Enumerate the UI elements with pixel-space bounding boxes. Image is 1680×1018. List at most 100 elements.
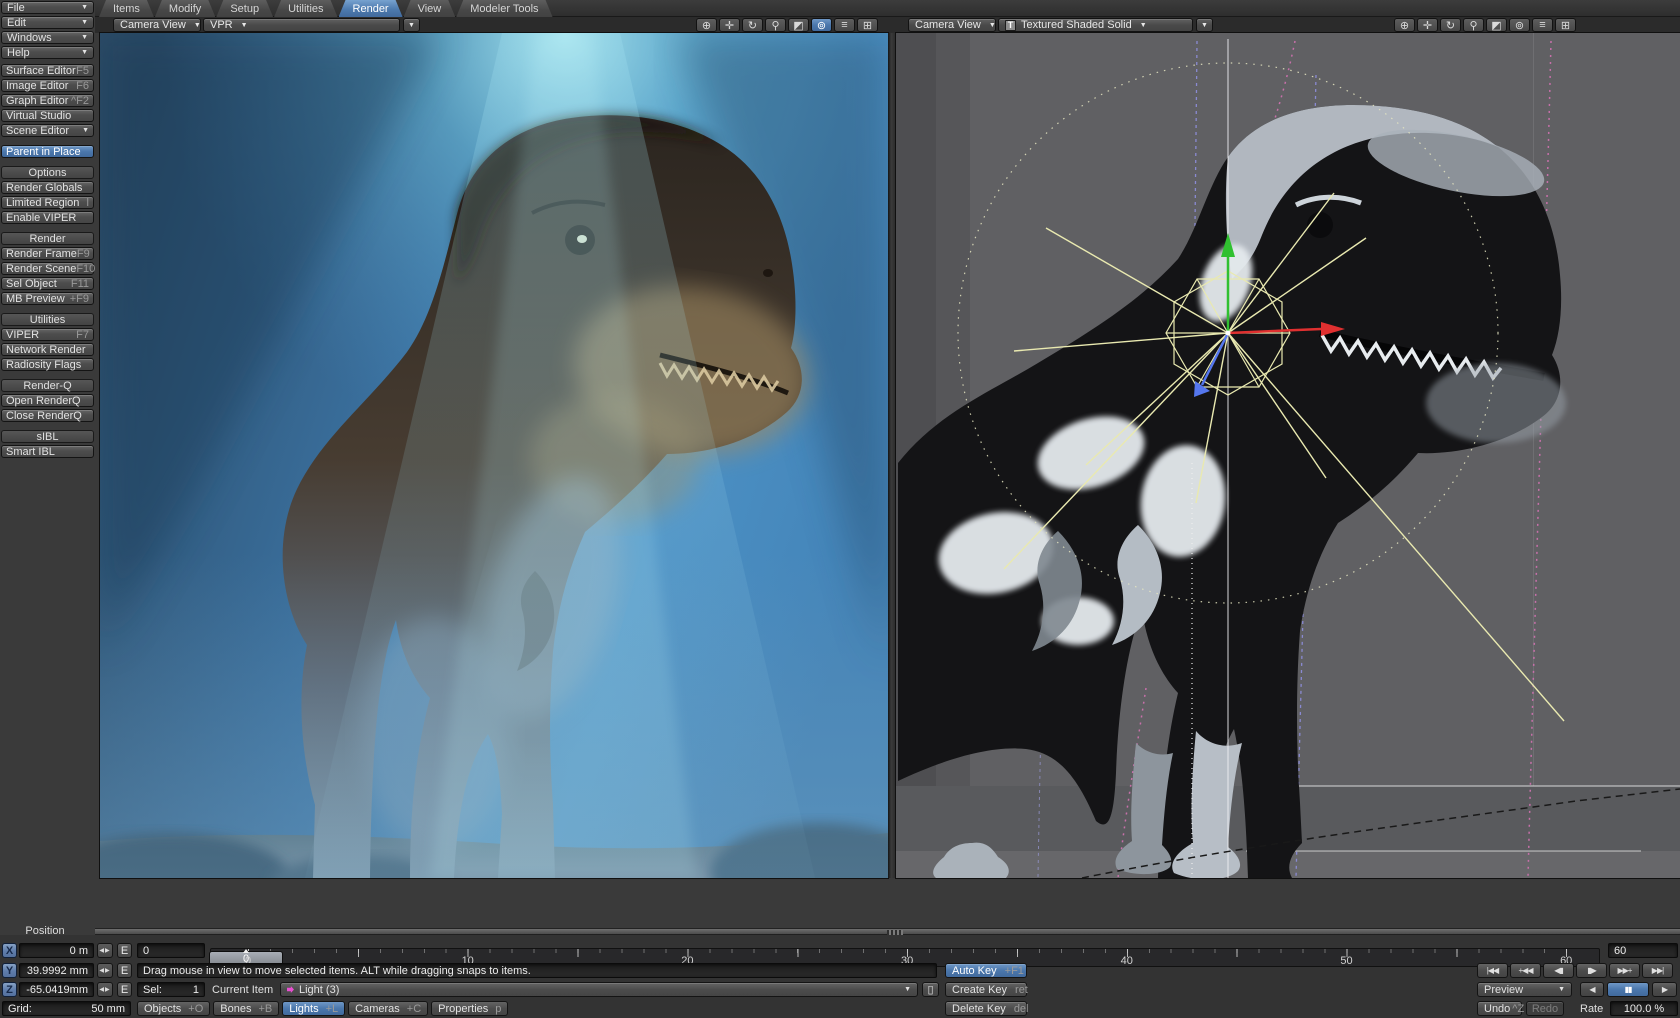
step-forward-button[interactable]: ▮▶ bbox=[1576, 963, 1607, 978]
camera-icon[interactable]: ⊚ bbox=[811, 18, 832, 32]
rotate-view-icon[interactable]: ↻ bbox=[742, 18, 763, 32]
fit-view-icon[interactable]: ◩ bbox=[1486, 18, 1507, 32]
viewport-divider[interactable] bbox=[888, 33, 896, 878]
center-item-icon[interactable]: ⊕ bbox=[696, 18, 717, 32]
pause-button[interactable]: ▮▮ bbox=[1607, 982, 1649, 997]
cameras-mode-button[interactable]: Cameras+C bbox=[348, 1001, 428, 1016]
current-item-dropdown[interactable]: Light (3) ▼ bbox=[280, 982, 918, 997]
tab-view[interactable]: View bbox=[404, 0, 456, 17]
chevron-down-icon: ▼ bbox=[241, 22, 248, 29]
zoom-view-icon[interactable]: ⚲ bbox=[1463, 18, 1484, 32]
shortcut-label: +C bbox=[407, 1003, 421, 1015]
undo-button[interactable]: Undo ^Z bbox=[1477, 1001, 1522, 1016]
next-keyframe-button[interactable]: ▶▶+ bbox=[1609, 963, 1640, 978]
end-frame-field[interactable]: 60 bbox=[1608, 943, 1678, 958]
step-back-button[interactable]: ◀▮ bbox=[1543, 963, 1574, 978]
tab-modify[interactable]: Modify bbox=[155, 0, 215, 17]
sidebar-item-virtual-studio[interactable]: Virtual Studio bbox=[1, 109, 94, 122]
left-viewport-vpr-render[interactable] bbox=[100, 33, 888, 878]
maximize-viewport-icon[interactable]: ⊞ bbox=[1555, 18, 1576, 32]
z-envelope-button[interactable]: E bbox=[117, 982, 132, 997]
move-view-icon[interactable]: ✛ bbox=[719, 18, 740, 32]
menu-windows-button[interactable]: Windows▼ bbox=[1, 31, 94, 44]
x-envelope-button[interactable]: E bbox=[117, 943, 132, 958]
menu-help-button[interactable]: Help▼ bbox=[1, 46, 94, 59]
bones-mode-button[interactable]: Bones+B bbox=[213, 1001, 279, 1016]
tab-items[interactable]: Items bbox=[99, 0, 154, 17]
properties-mode-button[interactable]: Propertiesp bbox=[431, 1001, 508, 1016]
lights-mode-button[interactable]: Lights+L bbox=[282, 1001, 345, 1016]
sidebar-item-render-scene[interactable]: Render SceneF10 bbox=[1, 262, 94, 275]
right-render-mode-dropdown[interactable]: T Textured Shaded Solid ▼ bbox=[998, 18, 1193, 32]
center-item-icon[interactable]: ⊕ bbox=[1394, 18, 1415, 32]
goto-start-button[interactable]: |◀◀ bbox=[1477, 963, 1508, 978]
create-key-button[interactable]: Create Key ret bbox=[945, 982, 1027, 997]
camera-icon[interactable]: ⊚ bbox=[1509, 18, 1530, 32]
sidebar-item-render-globals[interactable]: Render Globals bbox=[1, 181, 94, 194]
sidebar-item-render-frame[interactable]: Render FrameF9 bbox=[1, 247, 94, 260]
move-view-icon[interactable]: ✛ bbox=[1417, 18, 1438, 32]
right-viewport-opengl[interactable] bbox=[896, 33, 1680, 878]
fit-view-icon[interactable]: ◩ bbox=[788, 18, 809, 32]
position-y-field[interactable]: 39.9992 mm bbox=[19, 963, 94, 978]
sidebar-item-viper[interactable]: VIPERF7 bbox=[1, 328, 94, 341]
grid-row: Grid: 50 mm Objects+OBones+BLights+LCame… bbox=[0, 1001, 1680, 1016]
y-nudge-buttons[interactable]: ◀▶ bbox=[97, 963, 113, 978]
sidebar-item-graph-editor[interactable]: Graph Editor^F2 bbox=[1, 94, 94, 107]
left-view-type-dropdown[interactable]: Camera View ▼ bbox=[113, 18, 201, 32]
right-viewport-options-button[interactable]: ▼ bbox=[1196, 18, 1213, 32]
sidebar-item-sel-object[interactable]: Sel ObjectF11 bbox=[1, 277, 94, 290]
viewport-menu-icon[interactable]: ≡ bbox=[1532, 18, 1553, 32]
viewport-bottom-scrollbar[interactable] bbox=[95, 928, 1680, 935]
x-nudge-buttons[interactable]: ◀▶ bbox=[97, 943, 113, 958]
left-render-mode-dropdown[interactable]: VPR ▼ bbox=[203, 18, 400, 32]
chevron-down-icon: ▼ bbox=[81, 49, 88, 56]
play-reverse-button[interactable]: ◀ bbox=[1580, 982, 1604, 997]
item-list-button[interactable]: ▯ bbox=[922, 982, 939, 997]
sidebar-item-mb-preview[interactable]: MB Preview+F9 bbox=[1, 292, 94, 305]
z-nudge-buttons[interactable]: ◀▶ bbox=[97, 982, 113, 997]
left-viewport-options-button[interactable]: ▼ bbox=[403, 18, 420, 32]
tab-render[interactable]: Render bbox=[339, 0, 403, 17]
z-axis-button[interactable]: Z bbox=[2, 982, 17, 997]
objects-mode-button[interactable]: Objects+O bbox=[137, 1001, 210, 1016]
sidebar-item-scene-editor[interactable]: Scene Editor▼ bbox=[1, 124, 94, 137]
right-render-mode-label: Textured Shaded Solid bbox=[1021, 19, 1132, 31]
position-z-field[interactable]: -65.0419mm bbox=[19, 982, 94, 997]
sidebar-item-label: Virtual Studio bbox=[6, 110, 71, 122]
sidebar-item-open-renderq[interactable]: Open RenderQ bbox=[1, 394, 94, 407]
preview-dropdown[interactable]: Preview ▼ bbox=[1477, 982, 1572, 997]
sidebar-item-surface-editor[interactable]: Surface EditorF5 bbox=[1, 64, 94, 77]
auto-key-button[interactable]: Auto Key +F1 bbox=[945, 963, 1027, 978]
goto-end-button[interactable]: ▶▶| bbox=[1642, 963, 1673, 978]
sidebar-item-parent-in-place[interactable]: Parent in Place bbox=[1, 145, 94, 158]
menu-file-button[interactable]: File▼ bbox=[1, 1, 94, 14]
tab-setup[interactable]: Setup bbox=[216, 0, 273, 17]
sidebar-item-close-renderq[interactable]: Close RenderQ bbox=[1, 409, 94, 422]
zoom-view-icon[interactable]: ⚲ bbox=[765, 18, 786, 32]
sidebar-item-network-render[interactable]: Network Render bbox=[1, 343, 94, 356]
y-axis-button[interactable]: Y bbox=[2, 963, 17, 978]
transport-step-buttons: |◀◀+◀◀◀▮▮▶▶▶+▶▶| bbox=[1477, 963, 1673, 978]
viewport-menu-icon[interactable]: ≡ bbox=[834, 18, 855, 32]
tab-utilities[interactable]: Utilities bbox=[274, 0, 337, 17]
delete-key-button[interactable]: Delete Key del bbox=[945, 1001, 1027, 1016]
tab-modeler-tools[interactable]: Modeler Tools bbox=[456, 0, 552, 17]
sidebar-item-radiosity-flags[interactable]: Radiosity Flags bbox=[1, 358, 94, 371]
position-x-field[interactable]: 0 m bbox=[19, 943, 94, 958]
play-forward-button[interactable]: ▶ bbox=[1652, 982, 1677, 997]
current-frame-field[interactable]: 0 bbox=[137, 943, 205, 958]
menu-edit-button[interactable]: Edit▼ bbox=[1, 16, 94, 29]
sidebar-item-limited-region[interactable]: Limited Regionl bbox=[1, 196, 94, 209]
sidebar-item-image-editor[interactable]: Image EditorF6 bbox=[1, 79, 94, 92]
current-frame-value: 0 bbox=[143, 945, 149, 957]
redo-button[interactable]: Redo bbox=[1526, 1001, 1564, 1016]
sidebar-item-smart-ibl[interactable]: Smart IBL bbox=[1, 445, 94, 458]
rotate-view-icon[interactable]: ↻ bbox=[1440, 18, 1461, 32]
right-view-type-dropdown[interactable]: Camera View ▼ bbox=[908, 18, 996, 32]
x-axis-button[interactable]: X bbox=[2, 943, 17, 958]
sidebar-item-enable-viper[interactable]: Enable VIPER bbox=[1, 211, 94, 224]
maximize-viewport-icon[interactable]: ⊞ bbox=[857, 18, 878, 32]
y-envelope-button[interactable]: E bbox=[117, 963, 132, 978]
prev-keyframe-button[interactable]: +◀◀ bbox=[1510, 963, 1541, 978]
